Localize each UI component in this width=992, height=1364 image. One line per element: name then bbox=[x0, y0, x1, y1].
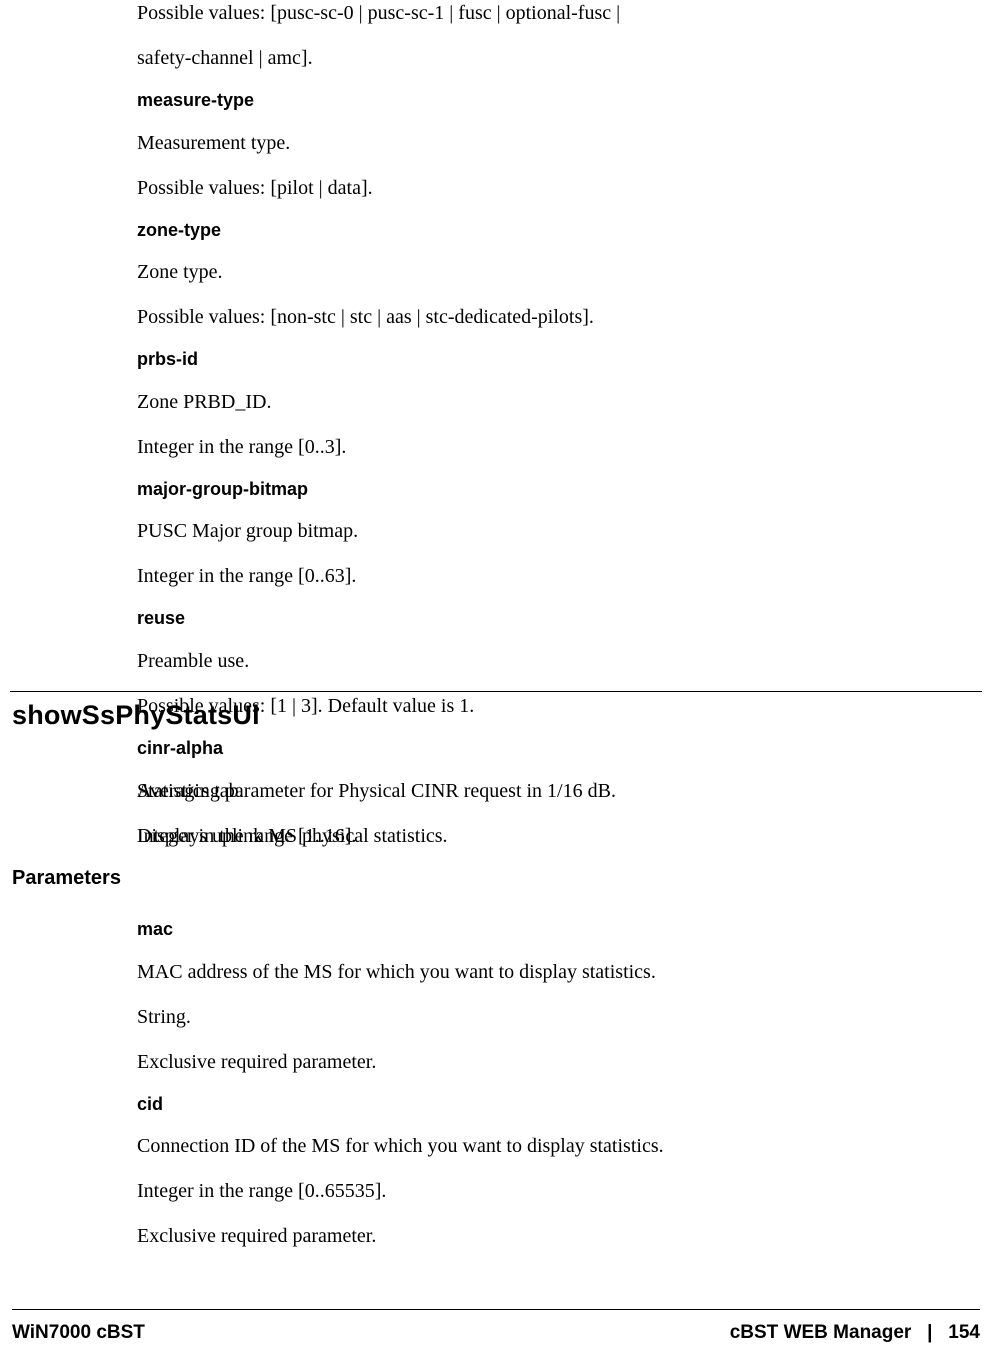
mac-type: String. bbox=[137, 1004, 952, 1031]
prbs-id-range: Integer in the range [0..3]. bbox=[137, 434, 952, 461]
section-intro-line2: Displays uplink MS physical statistics. bbox=[137, 823, 952, 850]
zone-type-desc: Zone type. bbox=[137, 259, 952, 286]
param-label-major-group-bitmap: major-group-bitmap bbox=[137, 479, 952, 501]
param-label-measure-type: measure-type bbox=[137, 90, 952, 112]
parameters-heading: Parameters bbox=[12, 867, 121, 890]
footer-divider bbox=[12, 1309, 980, 1310]
page: Possible values: [pusc-sc-0 | pusc-sc-1 … bbox=[0, 0, 992, 1364]
section-parameters-body: mac MAC address of the MS for which you … bbox=[137, 901, 952, 1250]
major-group-bitmap-desc: PUSC Major group bitmap. bbox=[137, 518, 952, 545]
major-group-bitmap-range: Integer in the range [0..63]. bbox=[137, 563, 952, 590]
measure-type-values: Possible values: [pilot | data]. bbox=[137, 175, 952, 202]
param-label-mac: mac bbox=[137, 919, 952, 941]
footer: WiN7000 cBST cBST WEB Manager | 154 bbox=[12, 1322, 980, 1344]
cid-req: Exclusive required parameter. bbox=[137, 1223, 952, 1250]
param-label-zone-type: zone-type bbox=[137, 220, 952, 242]
cid-desc: Connection ID of the MS for which you wa… bbox=[137, 1133, 952, 1160]
mac-req: Exclusive required parameter. bbox=[137, 1049, 952, 1076]
content-area: Possible values: [pusc-sc-0 | pusc-sc-1 … bbox=[0, 0, 992, 1364]
section-intro: Statistics tab. Displays uplink MS physi… bbox=[137, 778, 952, 850]
reuse-desc: Preamble use. bbox=[137, 648, 952, 675]
possible-values-line1: Possible values: [pusc-sc-0 | pusc-sc-1 … bbox=[137, 0, 952, 27]
param-label-prbs-id: prbs-id bbox=[137, 349, 952, 371]
prbs-id-desc: Zone PRBD_ID. bbox=[137, 389, 952, 416]
param-label-cinr-alpha: cinr-alpha bbox=[137, 738, 952, 760]
measure-type-desc: Measurement type. bbox=[137, 130, 952, 157]
param-label-reuse: reuse bbox=[137, 608, 952, 630]
footer-left: WiN7000 cBST bbox=[12, 1322, 145, 1344]
section-title-showssphystatsul: showSsPhyStatsUl bbox=[12, 700, 260, 731]
footer-right: cBST WEB Manager | 154 bbox=[730, 1322, 980, 1344]
section-intro-line1: Statistics tab. bbox=[137, 778, 952, 805]
possible-values-line2: safety-channel | amc]. bbox=[137, 45, 952, 72]
section-divider bbox=[10, 691, 982, 692]
mac-desc: MAC address of the MS for which you want… bbox=[137, 959, 952, 986]
param-label-cid: cid bbox=[137, 1094, 952, 1116]
cid-range: Integer in the range [0..65535]. bbox=[137, 1178, 952, 1205]
zone-type-values: Possible values: [non-stc | stc | aas | … bbox=[137, 304, 952, 331]
